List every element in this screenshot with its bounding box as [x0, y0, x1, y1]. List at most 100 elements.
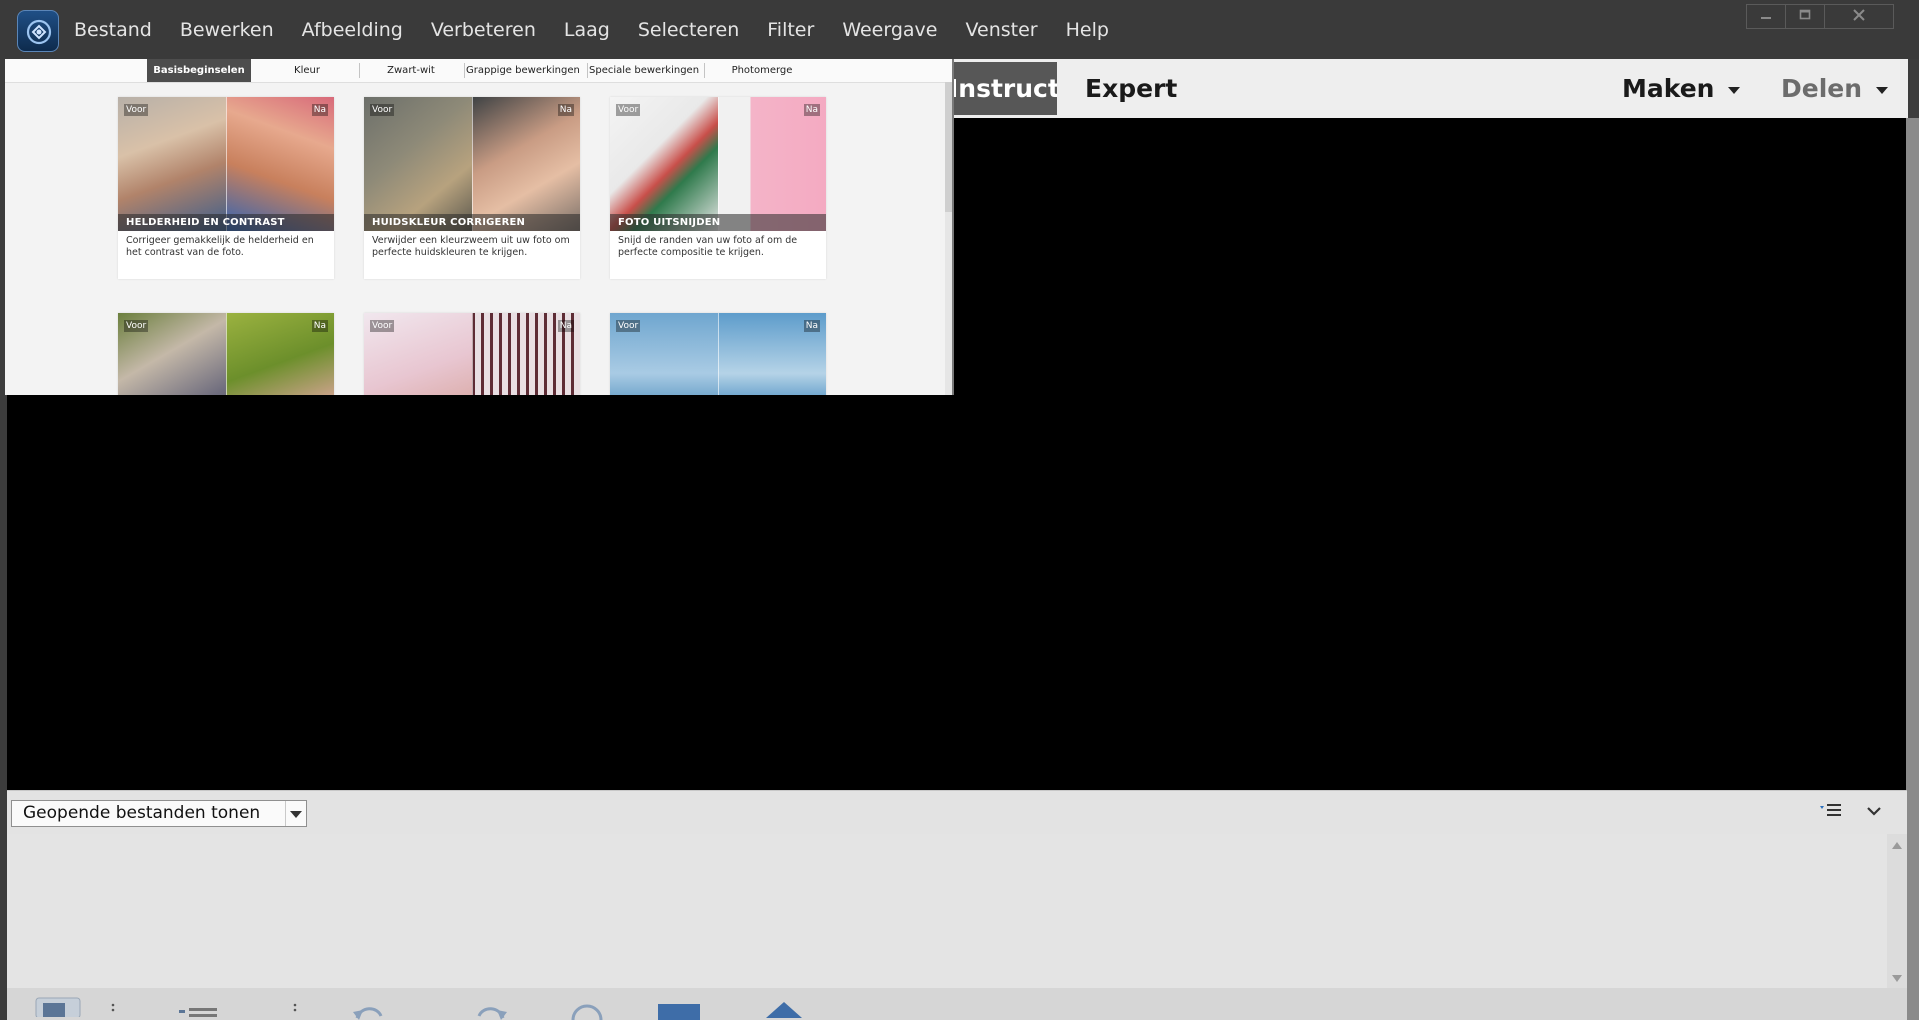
card-description: Verwijder een kleurzweem uit uw foto om …	[372, 235, 570, 258]
tab-photomerge[interactable]: Photomerge	[706, 59, 818, 82]
tool-options-icon[interactable]	[179, 1004, 219, 1020]
menu-help[interactable]: Help	[1066, 19, 1109, 41]
chevron-down-icon	[1876, 86, 1889, 94]
delen-dropdown[interactable]: Delen	[1781, 62, 1889, 115]
after-label: Na	[311, 104, 328, 116]
card-photo: Voor Na	[610, 313, 826, 395]
photo-bin-area[interactable]	[7, 834, 1887, 988]
after-label: Na	[803, 320, 820, 332]
menu-selecteren[interactable]: Selecteren	[638, 19, 739, 41]
guided-card-row2-2[interactable]: Voor Na	[364, 313, 580, 395]
rotate-icon[interactable]	[567, 1000, 607, 1020]
undo-icon[interactable]	[351, 1002, 385, 1020]
scroll-down-icon[interactable]	[1892, 975, 1902, 982]
before-after-divider	[226, 97, 227, 231]
guided-card-uitsnijden[interactable]: Voor Na FOTO UITSNIJDEN Snijd de randen …	[610, 97, 826, 279]
bin-source-select[interactable]: Geopende bestanden tonen	[11, 800, 307, 827]
after-label: Na	[803, 104, 820, 116]
menu-verbeteren[interactable]: Verbeteren	[431, 19, 536, 41]
chevron-down-icon	[1728, 86, 1741, 94]
after-image	[472, 97, 580, 231]
menu-filter[interactable]: Filter	[767, 19, 814, 41]
before-label: Voor	[370, 104, 395, 116]
card-photo: Voor Na	[118, 313, 334, 395]
before-label: Voor	[370, 320, 395, 332]
after-label: Na	[557, 320, 574, 332]
card-description: Snijd de randen van uw foto af om de per…	[618, 235, 798, 258]
card-description: Corrigeer gemakkelijk de helderheid en h…	[126, 235, 314, 258]
after-image	[718, 97, 826, 231]
app-logo-icon[interactable]	[17, 10, 59, 52]
before-label: Voor	[124, 104, 149, 116]
after-label: Na	[311, 320, 328, 332]
card-photo: Voor Na HUIDSKLEUR CORRIGEREN	[364, 97, 580, 231]
redo-icon[interactable]	[475, 1002, 509, 1020]
menu-laag[interactable]: Laag	[564, 19, 610, 41]
guided-tab-bar: Basisbeginselen Kleur Zwart-wit Grappige…	[5, 59, 952, 83]
bottom-toolbar	[7, 988, 1907, 1020]
guided-edit-panel: Basisbeginselen Kleur Zwart-wit Grappige…	[5, 59, 954, 395]
card-title: FOTO UITSNIJDEN	[610, 214, 826, 231]
guided-card-row2-1[interactable]: Voor Na	[118, 313, 334, 395]
photo-bin-icon[interactable]	[35, 997, 81, 1020]
menu-venster[interactable]: Venster	[965, 19, 1037, 41]
more-icon[interactable]	[293, 1000, 297, 1019]
menu-bewerken[interactable]: Bewerken	[180, 19, 274, 41]
before-image	[364, 97, 472, 231]
scrollbar-thumb[interactable]	[945, 82, 952, 212]
card-photo: Voor Na FOTO UITSNIJDEN	[610, 97, 826, 231]
maken-label: Maken	[1622, 74, 1715, 103]
restore-icon[interactable]	[1785, 4, 1825, 29]
before-after-divider	[718, 97, 719, 231]
before-image	[610, 97, 718, 231]
tab-grappige-bewerkingen[interactable]: Grappige bewerkingen	[466, 59, 580, 82]
before-after-divider	[472, 313, 473, 395]
guided-card-row2-3[interactable]: Voor Na	[610, 313, 826, 395]
after-image	[226, 97, 334, 231]
tab-separator	[359, 63, 360, 78]
tab-separator	[704, 63, 705, 78]
menu-afbeelding[interactable]: Afbeelding	[302, 19, 403, 41]
scroll-up-icon[interactable]	[1892, 842, 1902, 849]
card-title: HUIDSKLEUR CORRIGEREN	[364, 214, 580, 231]
chevron-down-icon[interactable]	[1864, 801, 1884, 821]
card-photo: Voor Na HELDERHEID EN CONTRAST	[118, 97, 334, 231]
before-after-divider	[226, 313, 227, 395]
tab-instructies-label: Instructies	[951, 74, 1057, 103]
tab-instructies[interactable]: Instructies	[951, 62, 1057, 115]
after-label: Na	[557, 104, 574, 116]
photo-bin-scrollbar[interactable]	[1887, 834, 1907, 988]
delen-label: Delen	[1781, 74, 1863, 103]
tab-basisbeginselen[interactable]: Basisbeginselen	[147, 59, 251, 82]
maken-dropdown[interactable]: Maken	[1622, 62, 1741, 115]
tab-separator	[587, 63, 588, 78]
tab-speciale-bewerkingen[interactable]: Speciale bewerkingen	[589, 59, 699, 82]
close-icon[interactable]	[1824, 4, 1894, 29]
before-label: Voor	[616, 320, 641, 332]
bin-options-icon[interactable]	[1819, 801, 1843, 821]
guided-card-helderheid[interactable]: Voor Na HELDERHEID EN CONTRAST Corrigeer…	[118, 97, 334, 279]
card-title: HELDERHEID EN CONTRAST	[118, 214, 334, 231]
menu-weergave[interactable]: Weergave	[842, 19, 937, 41]
before-after-divider	[472, 97, 473, 231]
chevron-down-icon[interactable]	[285, 801, 306, 826]
photoshop-elements-window: Bestand Bewerken Afbeelding Verbeteren L…	[0, 0, 1919, 1020]
photo-bin-bar: Geopende bestanden tonen	[7, 790, 1907, 836]
tab-separator	[464, 63, 465, 78]
layout-icon[interactable]	[658, 1004, 700, 1020]
tab-kleur[interactable]: Kleur	[257, 59, 357, 82]
guided-scrollbar[interactable]	[945, 82, 952, 395]
before-after-divider	[718, 313, 719, 395]
minimize-icon[interactable]	[1746, 4, 1786, 29]
card-photo: Voor Na	[364, 313, 580, 395]
organizer-icon[interactable]	[764, 998, 804, 1020]
main-menu: Bestand Bewerken Afbeelding Verbeteren L…	[74, 0, 1137, 59]
tab-expert[interactable]: Expert	[1085, 62, 1177, 115]
before-label: Voor	[616, 104, 641, 116]
bin-source-value: Geopende bestanden tonen	[23, 803, 261, 823]
menu-bestand[interactable]: Bestand	[74, 19, 152, 41]
tab-zwart-wit[interactable]: Zwart-wit	[361, 59, 461, 82]
more-icon[interactable]	[111, 1000, 115, 1019]
panel-edge	[1906, 118, 1919, 1020]
guided-card-huidskleur[interactable]: Voor Na HUIDSKLEUR CORRIGEREN Verwijder …	[364, 97, 580, 279]
